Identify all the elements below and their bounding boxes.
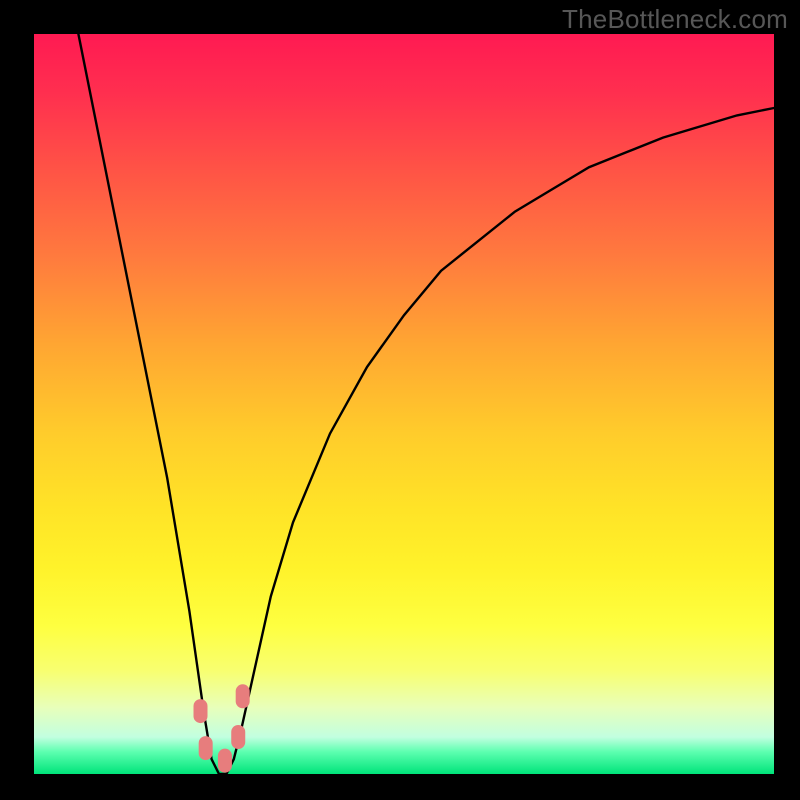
data-marker — [194, 699, 208, 723]
watermark-text: TheBottleneck.com — [562, 4, 788, 35]
curve-svg — [34, 34, 774, 774]
data-marker — [199, 736, 213, 760]
data-marker — [231, 725, 245, 749]
data-marker — [218, 749, 232, 773]
bottleneck-curve — [78, 34, 774, 774]
chart-frame: TheBottleneck.com — [0, 0, 800, 800]
data-marker — [236, 684, 250, 708]
plot-area — [34, 34, 774, 774]
